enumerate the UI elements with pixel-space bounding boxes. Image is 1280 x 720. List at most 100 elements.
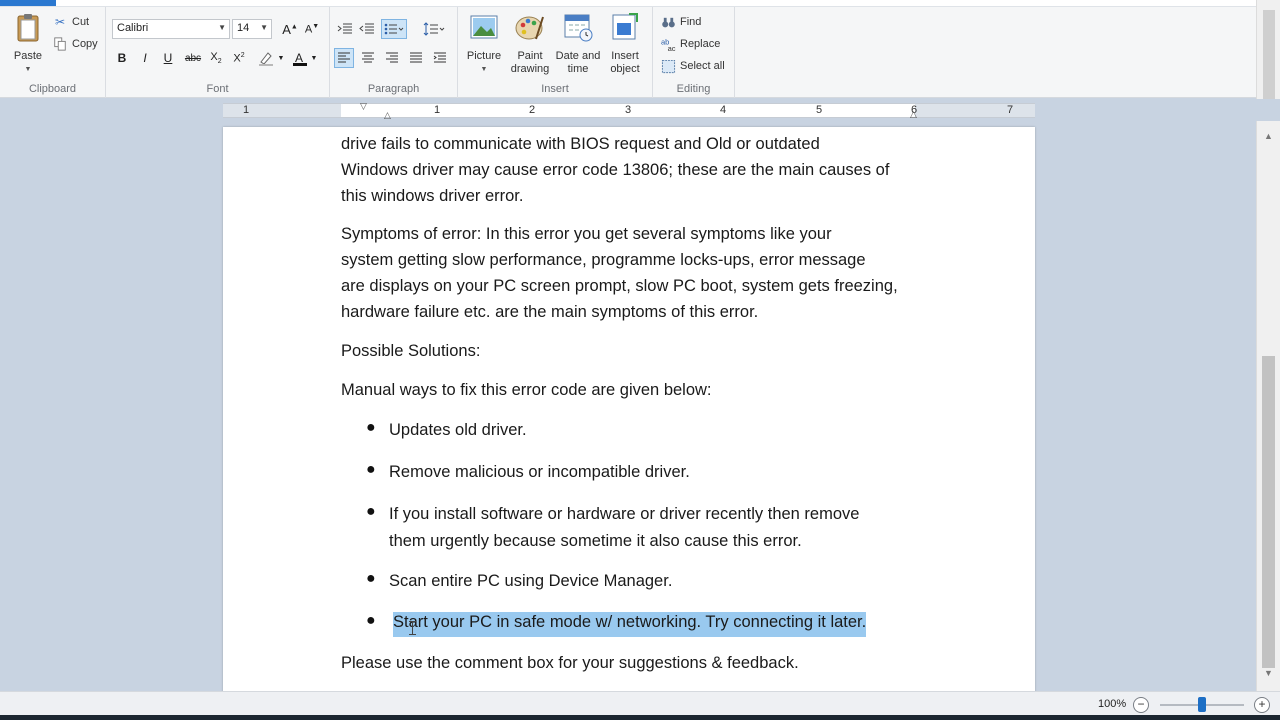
paragraph-group: Paragraph [330,7,458,98]
paint-drawing-button[interactable]: Paint drawing [506,11,554,76]
replace-label: Replace [680,38,721,50]
align-right-icon [386,52,398,63]
first-line-indent-marker[interactable]: ▽ [360,101,367,112]
increase-indent-icon [359,23,374,34]
list-item[interactable]: Remove malicious or incompatible driver. [389,459,929,486]
date-time-label-1: Date and [555,50,601,62]
font-family-value: Calibri [117,22,149,34]
paste-button[interactable]: Paste ▼ [8,11,48,76]
scroll-thumb[interactable] [1262,356,1275,668]
zoom-slider-thumb[interactable] [1198,697,1206,712]
paragraph-group-label: Paragraph [367,83,420,95]
ruler-right-margin [915,104,1035,117]
bullet-icon: ● [366,419,376,436]
decrease-indent-button[interactable] [335,19,355,39]
font-color-dropdown[interactable]: ▼ [309,48,319,68]
highlight-button[interactable] [256,48,276,68]
text-line: this windows driver error. [341,187,524,205]
bullet-icon: ● [366,612,376,629]
picture-button[interactable]: Picture ▼ [464,11,504,76]
document-workspace: drive fails to communicate with BIOS req… [0,121,1256,691]
text-line: hardware failure etc. are the main sympt… [341,303,759,321]
clipboard-group: Paste ▼ ✂ Cut Copy Clipboard [0,7,106,98]
font-size-select[interactable]: 14 ▼ [232,19,272,39]
right-indent-marker[interactable]: △ [910,109,917,120]
editing-group-label: Editing [676,83,711,95]
picture-label: Picture [466,50,502,62]
justify-icon [410,52,422,63]
paint-palette-icon [515,16,544,40]
align-right-button[interactable] [382,48,402,68]
paragraph-settings-button[interactable] [430,48,450,68]
line-spacing-button[interactable] [421,19,447,39]
list-item[interactable]: Scan entire PC using Device Manager. [389,568,929,595]
editing-group: Find ab ac Replace Select all Editing [653,7,735,98]
ribbon-scroll-thumb[interactable] [1263,10,1275,110]
list-item-selected[interactable]: Start your PC in safe mode w/ networking… [393,609,933,637]
hanging-indent-marker[interactable]: △ [384,110,391,121]
picture-dropdown-icon[interactable]: ▼ [464,63,504,76]
date-time-label-2: time [567,63,589,75]
copy-label: Copy [72,38,98,50]
replace-icon: ab ac [660,36,676,52]
select-all-button[interactable]: Select all [660,56,725,76]
bold-button[interactable]: B [112,48,132,68]
paragraph-causes[interactable]: drive fails to communicate with BIOS req… [341,131,921,209]
binoculars-icon [660,14,676,30]
insert-object-button[interactable]: Insert object [604,11,646,76]
file-tab[interactable] [0,0,56,6]
increase-indent-button[interactable] [357,19,377,39]
paragraph-closing[interactable]: Please use the comment box for your sugg… [341,650,921,676]
cut-button[interactable]: ✂ Cut [52,12,89,32]
list-item[interactable]: If you install software or hardware or d… [389,501,929,555]
paragraph-possible-solutions[interactable]: Possible Solutions: [341,338,921,364]
paragraph-manual-ways[interactable]: Manual ways to fix this error code are g… [341,377,921,403]
paste-dropdown-icon[interactable]: ▼ [8,63,48,76]
line-spacing-icon [423,22,445,36]
underline-button[interactable]: U [158,48,178,68]
highlighter-icon [259,52,273,66]
paragraph-symptoms[interactable]: Symptoms of error: In this error you get… [341,221,921,325]
zoom-in-button[interactable]: + [1254,697,1270,713]
list-item[interactable]: Updates old driver. [389,417,929,444]
align-center-icon [362,52,374,63]
zoom-out-button[interactable]: − [1133,697,1149,713]
font-family-select[interactable]: Calibri ▼ [112,19,230,39]
scroll-up-icon[interactable]: ▲ [1257,127,1280,144]
svg-text:A: A [295,51,303,65]
select-all-icon [660,58,676,74]
superscript-button[interactable]: X2 [229,48,249,68]
justify-button[interactable] [406,48,426,68]
subscript-button[interactable]: X2 [206,48,226,68]
highlight-dropdown[interactable]: ▼ [276,48,286,68]
copy-button[interactable]: Copy [52,34,98,54]
align-center-button[interactable] [358,48,378,68]
bullet-icon: ● [366,570,376,587]
bullet-list-icon [384,23,404,35]
insert-group: Picture ▼ Paint drawing Date and time In… [458,7,653,98]
replace-button[interactable]: ab ac Replace [660,34,721,54]
text-line: them urgently because sometime it also c… [389,532,802,550]
ruler[interactable]: 1 1 2 3 4 5 6 7 ▽ △ △ [223,101,1035,121]
scroll-down-icon[interactable]: ▼ [1257,664,1280,681]
italic-button[interactable]: I [135,48,155,68]
font-color-button[interactable]: A [290,48,310,68]
clipboard-group-label: Clipboard [28,83,77,95]
find-button[interactable]: Find [660,12,701,32]
decrease-indent-icon [337,23,352,34]
shrink-font-button[interactable]: A▼ [302,19,322,39]
date-time-button[interactable]: Date and time [554,11,602,76]
strikethrough-button[interactable]: abc [183,48,203,68]
subscript-icon: X2 [210,50,222,66]
document-page[interactable]: drive fails to communicate with BIOS req… [223,127,1035,691]
selected-text[interactable]: Start your PC in safe mode w/ networking… [393,612,867,637]
align-left-button[interactable] [334,48,354,68]
ruler-number: 2 [528,104,536,116]
paragraph-icon [433,52,446,63]
vertical-scrollbar[interactable]: ▲ ▼ [1256,121,1280,691]
grow-font-button[interactable]: A▲ [280,19,300,39]
ruler-number: 3 [624,104,632,116]
bullet-list-button[interactable] [381,19,407,39]
ruler-number: 1 [242,104,250,116]
text-line: Symptoms of error: In this error you get… [341,225,832,243]
